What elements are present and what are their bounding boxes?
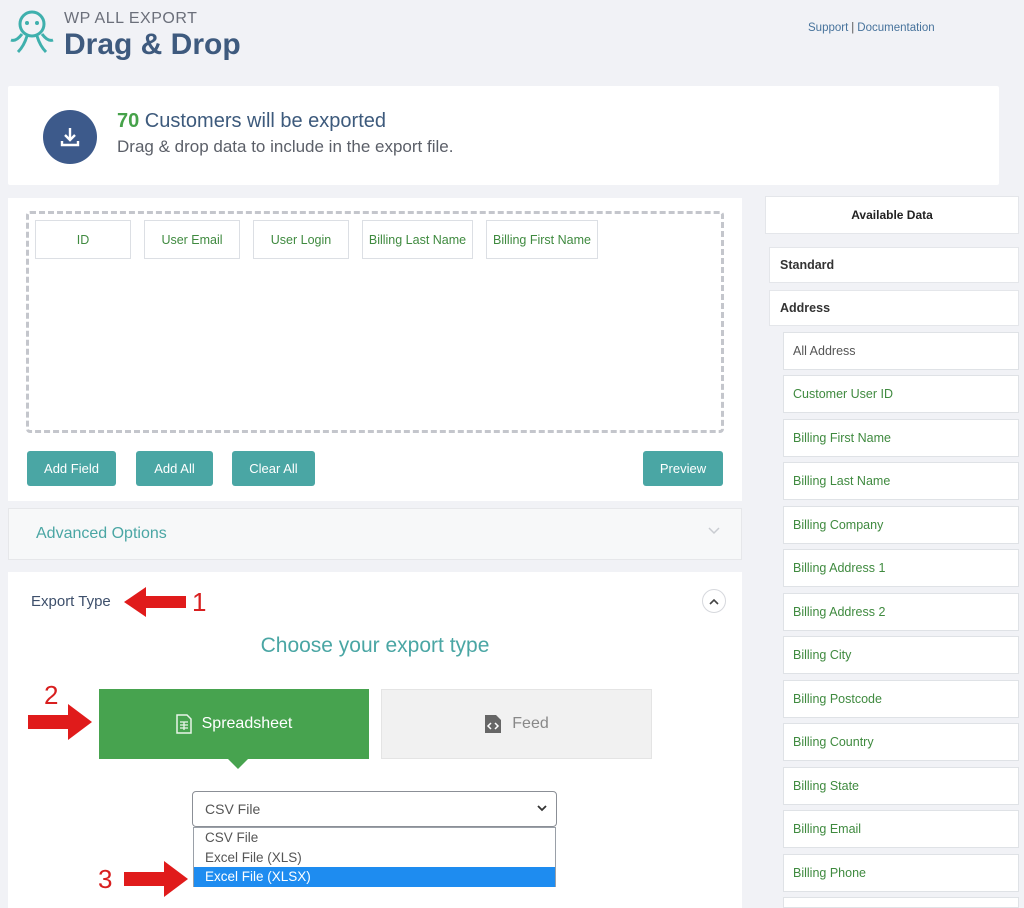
available-data-header: Available Data	[765, 196, 1019, 234]
available-field-item[interactable]: Billing City	[783, 636, 1019, 674]
dropdown-option-xls[interactable]: Excel File (XLS)	[194, 848, 555, 868]
available-field-item[interactable]: Billing Email	[783, 810, 1019, 848]
advanced-options-label: Advanced Options	[36, 525, 167, 542]
brand-subtitle: WP ALL EXPORT	[64, 10, 198, 27]
selection-pointer	[227, 758, 249, 769]
code-file-icon	[485, 715, 502, 733]
header-links: Support | Documentation	[808, 22, 935, 34]
selected-field-chip[interactable]: ID	[35, 220, 131, 259]
annotation-arrow-1-icon	[124, 587, 186, 617]
file-format-value: CSV File	[205, 801, 261, 817]
banner-title: 70 Customers will be exported	[117, 110, 386, 133]
banner-title-text: Customers will be exported	[139, 110, 387, 132]
preview-button[interactable]: Preview	[643, 451, 723, 486]
available-field-item[interactable]: Billing Phone	[783, 854, 1019, 892]
chevron-up-icon	[709, 598, 719, 605]
clear-all-button[interactable]: Clear All	[232, 451, 315, 486]
available-field-item[interactable]: All Address	[783, 332, 1019, 370]
selected-field-chip[interactable]: User Email	[144, 220, 240, 259]
choose-export-type-title: Choose your export type	[260, 634, 490, 657]
chevron-down-icon	[708, 524, 720, 538]
section-address[interactable]: Address	[769, 290, 1019, 326]
export-count: 70	[117, 110, 140, 132]
download-icon	[43, 110, 97, 164]
available-field-item[interactable]: Billing Last Name	[783, 462, 1019, 500]
available-field-item[interactable]: Billing Company	[783, 506, 1019, 544]
selected-field-chip[interactable]: Billing Last Name	[362, 220, 473, 259]
available-field-item-partial[interactable]	[783, 897, 1019, 908]
spreadsheet-label: Spreadsheet	[201, 715, 293, 732]
annotation-number-1: 1	[192, 587, 207, 617]
add-all-button[interactable]: Add All	[136, 451, 213, 486]
section-standard[interactable]: Standard	[769, 247, 1019, 283]
export-type-label: Export Type	[31, 593, 111, 610]
selected-field-chip[interactable]: Billing First Name	[486, 220, 598, 259]
brand-title: Drag & Drop	[64, 28, 241, 61]
link-separator: |	[851, 22, 855, 34]
available-field-item[interactable]: Billing Address 1	[783, 549, 1019, 587]
available-field-item[interactable]: Billing State	[783, 767, 1019, 805]
support-link[interactable]: Support	[808, 22, 848, 34]
spreadsheet-icon	[175, 714, 192, 734]
annotation-arrow-2-icon	[28, 704, 92, 740]
dropdown-option-csv[interactable]: CSV File	[194, 828, 555, 848]
spreadsheet-type-button[interactable]: Spreadsheet	[99, 689, 369, 759]
file-format-select[interactable]: CSV File	[192, 791, 557, 827]
feed-label: Feed	[512, 715, 549, 732]
chevron-down-icon	[537, 805, 547, 812]
annotation-arrow-3-icon	[124, 861, 188, 897]
collapse-button[interactable]	[702, 589, 726, 613]
octopus-logo-icon	[8, 8, 56, 58]
dropdown-option-xlsx[interactable]: Excel File (XLSX)	[194, 867, 555, 887]
add-field-button[interactable]: Add Field	[27, 451, 116, 486]
annotation-number-3: 3	[98, 864, 113, 894]
available-field-item[interactable]: Billing First Name	[783, 419, 1019, 457]
available-field-item[interactable]: Billing Country	[783, 723, 1019, 761]
documentation-link[interactable]: Documentation	[857, 22, 934, 34]
export-summary-banner	[8, 86, 999, 185]
available-field-item[interactable]: Customer User ID	[783, 375, 1019, 413]
banner-subtitle: Drag & drop data to include in the expor…	[117, 137, 454, 156]
available-field-item[interactable]: Billing Address 2	[783, 593, 1019, 631]
file-format-dropdown: CSV File Excel File (XLS) Excel File (XL…	[193, 827, 556, 887]
available-field-item[interactable]: Billing Postcode	[783, 680, 1019, 718]
selected-field-chip[interactable]: User Login	[253, 220, 349, 259]
feed-type-button[interactable]: Feed	[381, 689, 652, 759]
